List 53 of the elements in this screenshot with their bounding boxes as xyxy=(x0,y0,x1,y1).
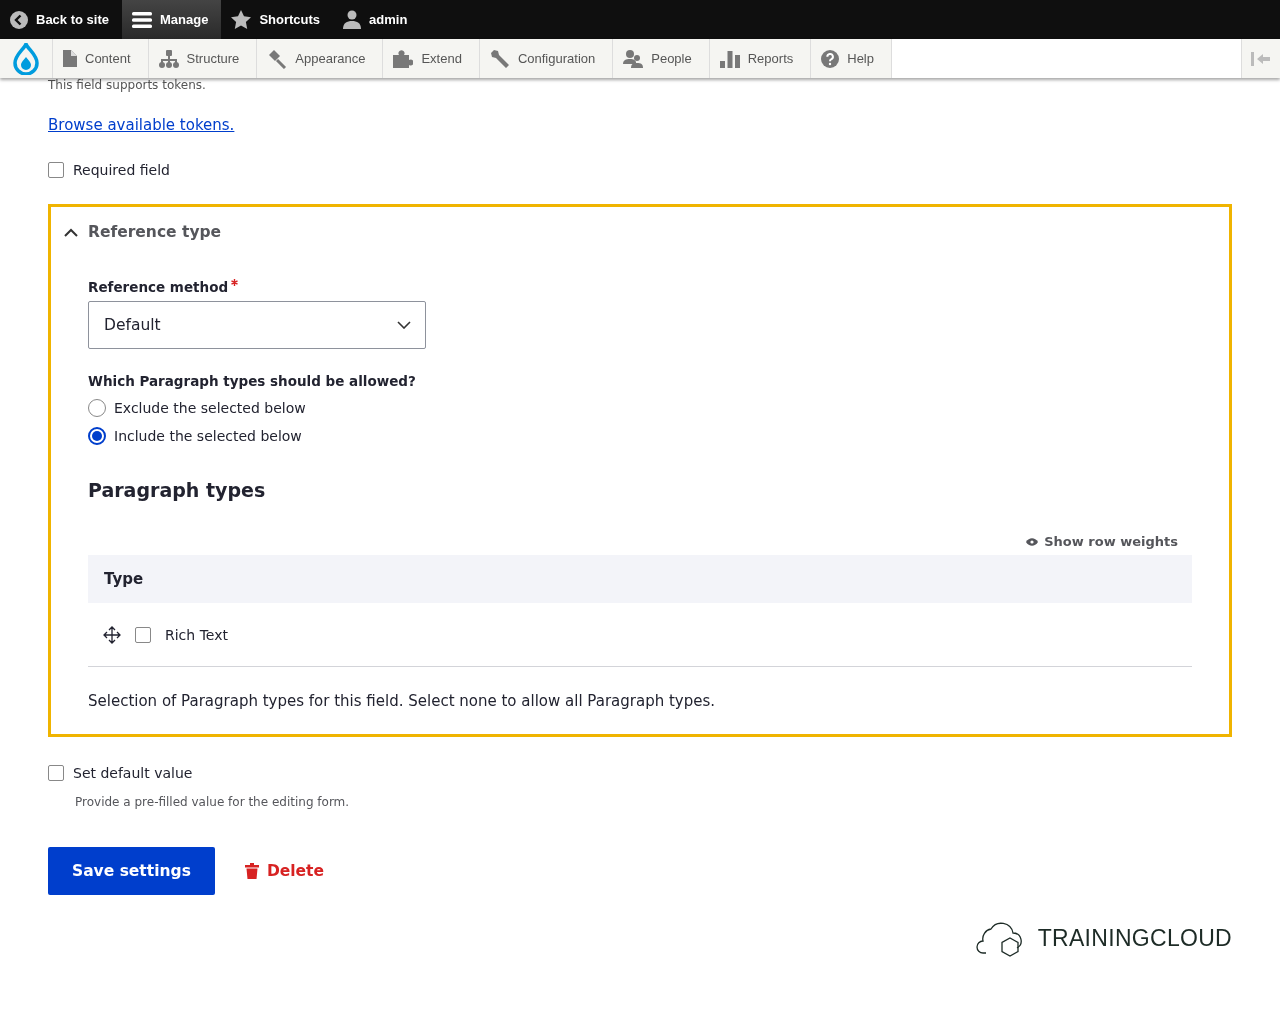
checkbox-label: Required field xyxy=(73,162,170,178)
nav-link[interactable]: People xyxy=(613,39,710,78)
radio-label: Include the selected below xyxy=(114,428,302,444)
checkbox[interactable] xyxy=(48,765,64,781)
nav-link[interactable]: Help xyxy=(811,39,892,78)
toolbar-tab[interactable]: admin xyxy=(333,0,421,39)
select-field[interactable]: Default xyxy=(88,301,426,349)
section-heading: Paragraph types xyxy=(88,479,267,501)
field-label: Which Paragraph types should be allowed? xyxy=(88,373,417,389)
star-icon xyxy=(231,10,252,29)
radio-button[interactable] xyxy=(88,427,106,445)
checkbox[interactable] xyxy=(135,626,151,643)
field-label: Reference method xyxy=(88,279,229,295)
menu-icon xyxy=(132,10,152,29)
nav-link[interactable]: Structure xyxy=(148,39,258,78)
puzzle-icon xyxy=(393,49,414,68)
toolbar-tab[interactable]: Shortcuts xyxy=(221,0,334,39)
nav-link[interactable]: Appearance xyxy=(257,39,384,78)
chevron-icon xyxy=(397,321,411,329)
section-toggle[interactable]: Reference type xyxy=(64,223,222,241)
user-icon xyxy=(343,10,362,29)
wrench-icon xyxy=(489,48,510,69)
nav-link[interactable]: Reports xyxy=(709,39,812,78)
tokens-link[interactable]: Browse available tokens. xyxy=(48,116,235,134)
people-icon xyxy=(623,49,644,68)
checkbox[interactable] xyxy=(48,162,64,178)
chevron-icon xyxy=(64,227,78,237)
delete-button[interactable]: Delete xyxy=(238,861,330,881)
description-text: Provide a pre-filled value for the editing form. xyxy=(75,795,351,809)
help-icon xyxy=(821,49,840,68)
nav-link[interactable]: Content xyxy=(53,39,149,78)
document-icon xyxy=(63,50,77,67)
brush-icon xyxy=(267,48,288,69)
bar-chart-icon xyxy=(719,49,740,68)
table-cell: Rich Text xyxy=(165,626,228,643)
help-text: This field supports tokens. xyxy=(48,78,207,92)
trash-icon xyxy=(244,863,259,879)
nav-link[interactable]: Configuration xyxy=(479,39,614,78)
description-text: Selection of Paragraph types for this field. Select none to allow all Paragraph types. xyxy=(88,692,717,710)
eye-icon xyxy=(1026,537,1039,546)
brand-name: TRAININGCLOUD xyxy=(1037,924,1232,952)
drop-logo-icon[interactable] xyxy=(13,42,39,75)
back-icon xyxy=(10,10,28,29)
save-button[interactable]: Save settings xyxy=(48,847,215,895)
radio-label: Exclude the selected below xyxy=(114,400,306,416)
drag-handle-icon[interactable] xyxy=(103,625,121,644)
hierarchy-icon xyxy=(158,49,179,68)
checkbox-label: Set default value xyxy=(73,765,193,781)
toolbar-tab[interactable]: Back to site xyxy=(0,0,122,39)
show-weights-link[interactable]: Show row weights xyxy=(1020,533,1184,550)
toolbar-tab[interactable]: Manage xyxy=(122,0,222,39)
nav-link[interactable]: Extend xyxy=(383,39,480,78)
table-header: Type xyxy=(88,555,1192,603)
